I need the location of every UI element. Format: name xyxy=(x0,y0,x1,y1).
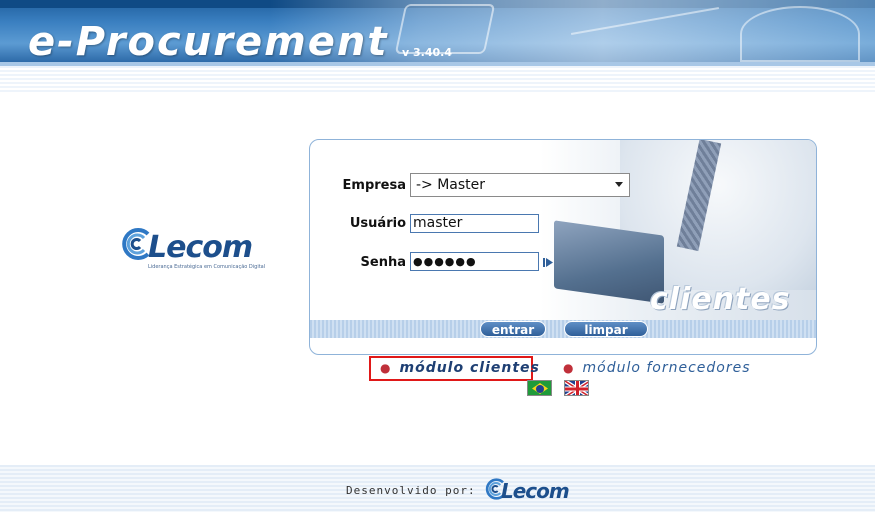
app-version: v 3.40.4 xyxy=(402,46,452,59)
header-blueprint-graphic xyxy=(740,6,860,62)
empresa-select-value: -> Master xyxy=(416,177,486,193)
footer: Desenvolvido por: Lecom xyxy=(0,465,875,512)
bullet-icon: ● xyxy=(563,361,575,375)
lecom-logo-tagline: Liderança Estratégica em Comunicação Dig… xyxy=(148,264,266,270)
button-bar: entrar limpar xyxy=(310,320,816,338)
limpar-button[interactable]: limpar xyxy=(564,321,648,337)
developed-by-text: Desenvolvido por: xyxy=(346,484,476,497)
modulo-fornecedores-link[interactable]: ● módulo fornecedores xyxy=(563,360,751,376)
submit-arrow-icon[interactable] xyxy=(543,257,553,268)
usuario-input[interactable]: master xyxy=(410,214,539,233)
lecom-logo-text: Lecom xyxy=(148,230,253,265)
brazil-flag-circle xyxy=(536,385,544,393)
header-pen-graphic xyxy=(570,6,720,36)
modulo-clientes-link[interactable]: ● módulo clientes xyxy=(380,360,540,376)
empresa-select[interactable]: -> Master xyxy=(410,173,630,197)
modulo-clientes-label: módulo clientes xyxy=(399,360,540,376)
senha-input[interactable]: ●●●●●● xyxy=(410,252,539,271)
header-stripe-band xyxy=(0,66,875,94)
uk-flag-graphic xyxy=(565,381,588,395)
panel-watermark-text: clientes xyxy=(650,282,791,317)
uk-flag-icon[interactable] xyxy=(564,380,589,396)
footer-lecom-logo: Lecom xyxy=(483,473,583,507)
app-title: e-Procurement xyxy=(28,19,389,62)
empresa-label: Empresa xyxy=(342,178,406,193)
footer-logo-text: Lecom xyxy=(501,479,570,503)
senha-label: Senha xyxy=(360,255,406,270)
modulo-fornecedores-label: módulo fornecedores xyxy=(582,360,751,376)
entrar-button[interactable]: entrar xyxy=(480,321,546,337)
chevron-down-icon xyxy=(615,182,623,187)
header-banner: e-Procurement v 3.40.4 xyxy=(0,0,875,62)
login-panel: clientes Empresa -> Master Usuário maste… xyxy=(309,139,817,355)
login-page: e-Procurement v 3.40.4 Lecom Liderança E… xyxy=(0,0,875,512)
bullet-icon: ● xyxy=(380,361,392,375)
lecom-logo: Lecom Liderança Estratégica em Comunicaç… xyxy=(118,224,274,274)
usuario-label: Usuário xyxy=(349,216,406,231)
brazil-flag-icon[interactable] xyxy=(527,380,552,396)
